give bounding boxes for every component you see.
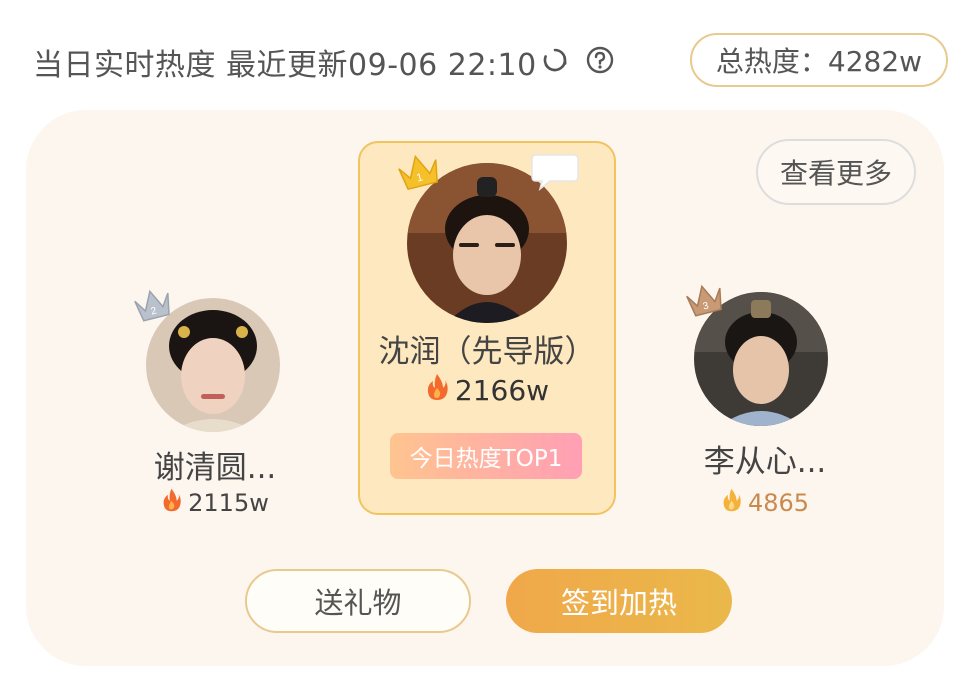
refresh-icon[interactable] bbox=[540, 45, 570, 75]
send-gift-button[interactable]: 送礼物 bbox=[245, 569, 471, 633]
first-place-heat-value: 2166w bbox=[454, 374, 550, 407]
flame-icon bbox=[161, 487, 182, 519]
help-icon[interactable] bbox=[585, 45, 615, 75]
second-place-heat-value: 2115w bbox=[188, 489, 269, 517]
header-title: 当日实时热度 最近更新09-06 22:10 bbox=[33, 48, 537, 83]
third-place-name: 李从心... bbox=[703, 444, 827, 480]
third-place-heat: 4865 bbox=[680, 487, 850, 519]
first-place-heat: 2166w bbox=[358, 372, 616, 409]
checkin-boost-button[interactable]: 签到加热 bbox=[506, 569, 732, 633]
flame-icon bbox=[721, 487, 742, 519]
third-place-heat-value: 4865 bbox=[747, 489, 810, 517]
total-heat-badge: 总热度：4282w bbox=[690, 33, 948, 87]
crown-silver-icon: 2 bbox=[132, 285, 174, 323]
second-place-name: 谢清圆... bbox=[153, 450, 277, 486]
flame-icon bbox=[425, 372, 449, 409]
crown-gold-icon: 1 bbox=[396, 150, 442, 192]
view-more-button[interactable]: 查看更多 bbox=[756, 139, 916, 205]
chat-bubble-icon[interactable] bbox=[530, 153, 580, 191]
second-place-heat: 2115w bbox=[130, 487, 300, 519]
first-place-name: 沈润（先导版） bbox=[378, 334, 596, 370]
crown-bronze-icon: 3 bbox=[684, 280, 726, 318]
top1-badge: 今日热度TOP1 bbox=[390, 433, 582, 479]
